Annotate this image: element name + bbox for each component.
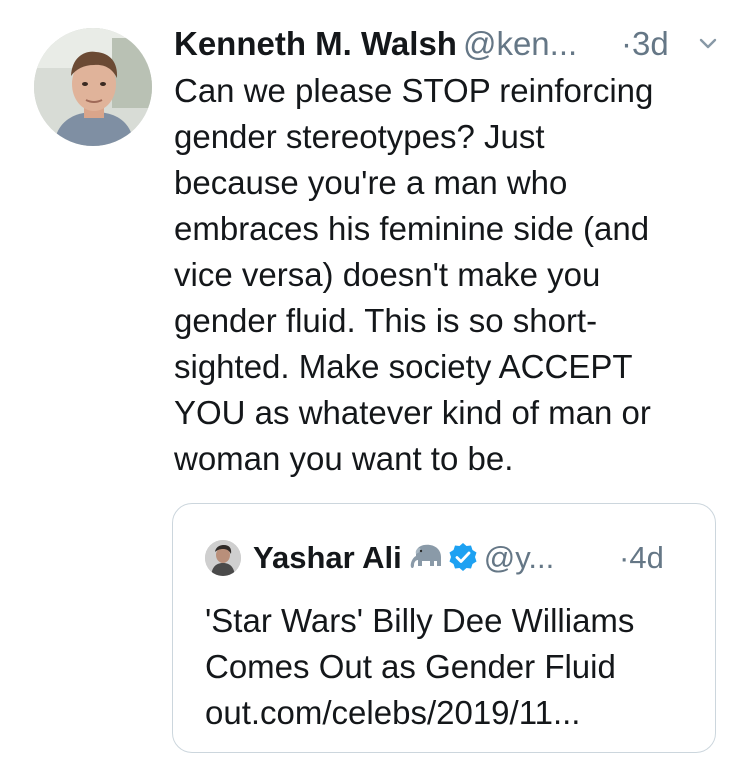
verified-badge-icon [448, 542, 478, 572]
elephant-emoji-icon [408, 542, 444, 572]
tweet-header: Kenneth M. Walsh @ken... ·3d [174, 22, 717, 66]
quoted-tweet-timestamp[interactable]: ·4d [619, 536, 664, 580]
tweet-text: Can we please STOP reinforcing gender st… [174, 72, 654, 477]
quoted-tweet-text: 'Star Wars' Billy Dee Williams Comes Out… [205, 602, 635, 731]
quoted-author-avatar[interactable] [205, 540, 241, 576]
quoted-author-handle[interactable]: @y... [484, 540, 555, 575]
tweet[interactable]: Kenneth M. Walsh @ken... ·3d Can we pleas… [0, 0, 750, 758]
tweet-timestamp[interactable]: ·3d [621, 22, 669, 66]
author-avatar[interactable] [34, 28, 152, 146]
author-name[interactable]: Kenneth M. Walsh [174, 25, 457, 62]
quoted-tweet-header: Yashar Ali @y... ·4d [253, 536, 703, 580]
quoted-tweet[interactable]: Yashar Ali @y... ·4d 'Star Wars' Billy D… [172, 503, 716, 753]
chevron-down-icon[interactable] [698, 34, 718, 54]
author-handle[interactable]: @ken... [463, 25, 577, 62]
profile-photo-icon [34, 28, 152, 146]
quoted-author-name[interactable]: Yashar Ali [253, 540, 402, 575]
